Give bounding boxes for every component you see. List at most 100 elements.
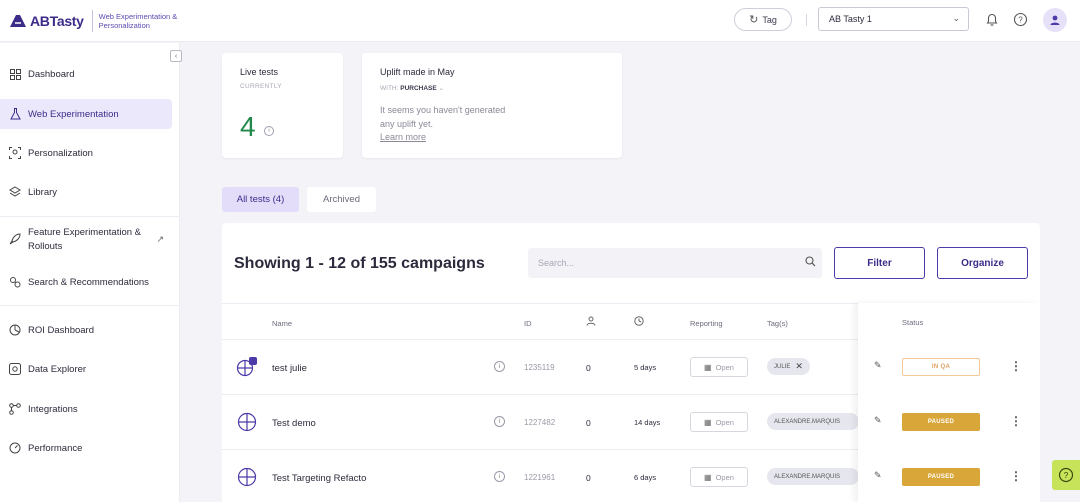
info-icon[interactable]: i xyxy=(494,361,505,372)
sidebar-item-dashboard[interactable]: Dashboard xyxy=(0,63,172,85)
refresh-icon: ↻ xyxy=(749,14,759,26)
sidebar-item-label: Library xyxy=(28,186,58,198)
status-badge[interactable]: PAUSED xyxy=(902,413,980,431)
edit-icon[interactable]: ✎ xyxy=(874,415,882,426)
column-status[interactable]: Status xyxy=(902,318,923,327)
live-tests-count: 4 xyxy=(240,111,256,142)
campaign-search-input[interactable]: Search... xyxy=(528,248,822,278)
bell-icon[interactable] xyxy=(983,11,1000,28)
status-column: Status ✎ IN QA ⋮ ✎ PAUSED ⋮ ✎ PAUSED ⋮ xyxy=(858,303,1040,502)
sidebar-item-roi-dashboard[interactable]: ROI Dashboard xyxy=(0,319,172,341)
sidebar-item-label: Search & Recommendations xyxy=(28,276,149,288)
brand-subtitle: Web Experimentation & Personalization xyxy=(98,12,178,30)
sidebar-item-integrations[interactable]: Integrations xyxy=(0,398,172,420)
user-icon xyxy=(1050,15,1060,25)
campaign-visitors: 0 xyxy=(586,363,591,373)
sidebar-item-search-recommendations[interactable]: Search & Recommendations xyxy=(0,271,172,293)
filter-button[interactable]: Filter xyxy=(834,247,925,279)
status-badge[interactable]: PAUSED xyxy=(902,468,980,486)
tag-chip[interactable]: JULIE ✕ xyxy=(767,358,810,375)
header-divider xyxy=(806,14,807,26)
sidebar-item-data-explorer[interactable]: Data Explorer xyxy=(0,358,172,380)
recommendations-icon xyxy=(8,275,22,289)
sidebar-item-label: Feature Experimentation & Rollouts xyxy=(28,227,142,252)
account-select[interactable]: AB Tasty 1 ⌄ xyxy=(818,7,969,31)
open-report-button[interactable]: ▦ Open xyxy=(690,467,748,487)
column-id[interactable]: ID xyxy=(524,319,532,328)
organize-button[interactable]: Organize xyxy=(937,247,1028,279)
top-bar: ABTasty Web Experimentation & Personaliz… xyxy=(0,0,1080,42)
column-reporting[interactable]: Reporting xyxy=(690,319,723,328)
chevron-down-icon: ⌄ xyxy=(952,13,960,23)
help-icon: ? xyxy=(1058,467,1074,483)
status-cell: ✎ IN QA ⋮ xyxy=(858,340,1040,395)
uplift-metric: PURCHASE xyxy=(400,85,437,92)
tag-label: ALEXANDRE.MARQUIS xyxy=(774,473,841,480)
info-icon[interactable]: i xyxy=(264,126,274,136)
campaign-duration: 14 days xyxy=(634,418,661,427)
sidebar-item-web-experimentation[interactable]: Web Experimentation xyxy=(0,99,172,129)
uplift-metric-select[interactable]: WITH: PURCHASE ⌄ xyxy=(380,84,444,92)
uplift-card: Uplift made in May WITH: PURCHASE ⌄ It s… xyxy=(362,53,622,158)
tab-all-tests[interactable]: All tests (4) xyxy=(222,187,299,212)
roi-icon xyxy=(8,323,22,337)
sidebar-item-label: Dashboard xyxy=(28,68,75,80)
brand-logo[interactable]: ABTasty Web Experimentation & Personaliz… xyxy=(8,10,191,32)
more-options-icon[interactable]: ⋮ xyxy=(1010,469,1022,483)
sidebar-item-feature-experimentation[interactable]: Feature Experimentation & Rollouts ↗ xyxy=(0,226,172,254)
sidebar-collapse-button[interactable]: ‹ xyxy=(170,50,182,62)
more-options-icon[interactable]: ⋮ xyxy=(1010,414,1022,428)
campaigns-count-title: Showing 1 - 12 of 155 campaigns xyxy=(234,255,485,272)
uplift-with-label: WITH: xyxy=(380,85,399,92)
uplift-message: It seems you haven't generated any uplif… xyxy=(380,105,506,129)
logo-divider xyxy=(91,10,93,32)
personalization-icon xyxy=(8,146,22,160)
help-widget-button[interactable]: ? xyxy=(1052,460,1080,490)
tag-chip[interactable]: ALEXANDRE.MARQUIS xyxy=(767,468,859,485)
account-select-value: AB Tasty 1 xyxy=(829,14,872,24)
campaign-name[interactable]: Test demo xyxy=(272,418,316,429)
status-badge[interactable]: IN QA xyxy=(902,358,980,376)
sidebar-item-label: Integrations xyxy=(28,403,78,415)
campaign-id: 1227482 xyxy=(524,418,556,427)
sidebar-item-library[interactable]: Library xyxy=(0,181,172,203)
tab-archived[interactable]: Archived xyxy=(307,187,376,212)
open-report-button[interactable]: ▦ Open xyxy=(690,412,748,432)
edit-icon[interactable]: ✎ xyxy=(874,470,882,481)
campaign-visitors: 0 xyxy=(586,473,591,483)
clock-icon[interactable] xyxy=(634,316,644,328)
performance-icon xyxy=(8,441,22,455)
campaign-name[interactable]: Test Targeting Refacto xyxy=(272,473,366,484)
campaign-name[interactable]: test julie xyxy=(272,363,307,374)
help-icon[interactable]: ? xyxy=(1012,11,1029,28)
column-name[interactable]: Name xyxy=(272,319,292,328)
learn-more-link[interactable]: Learn more xyxy=(380,132,426,142)
test-campaign-icon xyxy=(236,467,257,487)
more-options-icon[interactable]: ⋮ xyxy=(1010,359,1022,373)
campaign-id: 1235119 xyxy=(524,363,555,372)
open-report-button[interactable]: ▦ Open xyxy=(690,357,748,377)
open-report-label: Open xyxy=(715,472,734,482)
info-icon[interactable]: i xyxy=(494,416,505,427)
dashboard-icon xyxy=(8,67,22,81)
close-icon[interactable]: ✕ xyxy=(795,361,803,372)
edit-icon[interactable]: ✎ xyxy=(874,360,882,371)
search-placeholder: Search... xyxy=(538,258,575,268)
data-explorer-icon xyxy=(8,362,22,376)
info-icon[interactable]: i xyxy=(494,471,505,482)
sidebar-divider xyxy=(0,305,180,306)
user-avatar[interactable] xyxy=(1043,8,1067,32)
sidebar-item-label: Performance xyxy=(28,442,83,454)
test-campaign-icon xyxy=(236,412,257,432)
tag-button[interactable]: ↻ Tag xyxy=(734,8,792,31)
sidebar-item-performance[interactable]: Performance xyxy=(0,437,172,459)
brand-name: ABTasty xyxy=(30,13,84,29)
column-tags[interactable]: Tag(s) xyxy=(767,319,788,328)
tag-chip[interactable]: ALEXANDRE.MARQUIS xyxy=(767,413,859,430)
test-campaign-icon xyxy=(236,357,257,377)
sidebar-item-personalization[interactable]: Personalization xyxy=(0,142,172,164)
report-icon: ▦ xyxy=(704,417,712,427)
campaign-duration: 6 days xyxy=(634,473,657,482)
visitors-icon[interactable] xyxy=(586,316,596,328)
campaign-duration: 5 days xyxy=(634,363,657,372)
